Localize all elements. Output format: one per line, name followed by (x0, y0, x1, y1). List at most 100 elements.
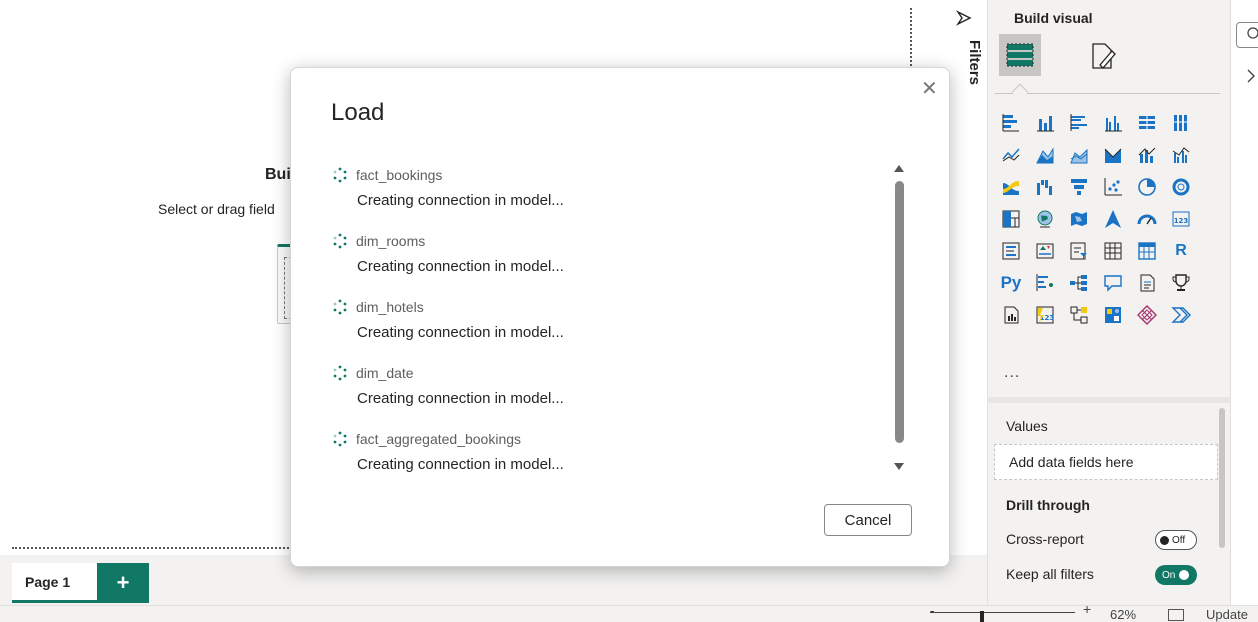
viz-pane-scrollbar[interactable] (1219, 408, 1225, 548)
more-visuals-button[interactable]: ... (1004, 364, 1020, 382)
power-automate-icon[interactable] (1068, 304, 1090, 326)
search-icon[interactable] (1246, 26, 1258, 40)
cross-report-label: Cross-report (1006, 531, 1084, 547)
zoom-out-button[interactable]: - (930, 603, 934, 618)
slicer-icon[interactable] (1068, 240, 1090, 262)
multi-row-card-icon[interactable] (1000, 240, 1022, 262)
table-name: fact_bookings (356, 167, 443, 183)
keep-all-filters-label: Keep all filters (1006, 566, 1094, 582)
close-icon[interactable]: ✕ (921, 76, 938, 101)
line-stacked-column-icon[interactable] (1136, 144, 1158, 166)
load-status: Creating connection in model... (357, 390, 564, 407)
loading-spinner-icon (331, 166, 349, 184)
load-status: Creating connection in model... (357, 324, 564, 341)
100-stacked-bar-chart-icon[interactable] (1136, 112, 1158, 134)
scroll-down-arrow-icon[interactable] (894, 463, 904, 470)
stacked-area-chart-icon[interactable] (1068, 144, 1090, 166)
drill-through-title: Drill through (1006, 497, 1090, 513)
power-automate-chevron-icon[interactable] (1170, 304, 1192, 326)
add-page-button[interactable]: + (97, 563, 149, 603)
pie-chart-icon[interactable] (1136, 176, 1158, 198)
clustered-bar-chart-icon[interactable] (1068, 112, 1090, 134)
stacked-column-chart-icon[interactable] (1034, 112, 1056, 134)
tab-page-1[interactable]: Page 1 (12, 563, 97, 603)
chevron-right-icon[interactable] (1246, 68, 1256, 84)
goals-trophy-icon[interactable] (1170, 272, 1192, 294)
line-chart-icon[interactable] (1000, 144, 1022, 166)
r-script-visual-icon[interactable]: R (1170, 240, 1192, 262)
paginated-report-icon[interactable] (1000, 304, 1022, 326)
filters-label[interactable]: Filters (966, 40, 983, 85)
loading-spinner-icon (331, 430, 349, 448)
data-pane-collapsed (1230, 0, 1258, 605)
scatter-chart-icon[interactable] (1102, 176, 1124, 198)
decomposition-tree-icon[interactable] (1068, 272, 1090, 294)
loading-spinner-icon (331, 364, 349, 382)
fit-to-page-icon[interactable] (1168, 609, 1184, 621)
table-name: fact_aggregated_bookings (356, 431, 522, 447)
area-chart-icon[interactable] (1034, 144, 1056, 166)
load-item: fact_bookings Creating connection in mod… (331, 165, 871, 209)
power-platform-visual-icon[interactable] (1102, 304, 1124, 326)
cross-report-state: Off (1172, 534, 1186, 546)
load-status: Creating connection in model... (357, 258, 564, 275)
svg-text:123: 123 (1174, 217, 1189, 225)
tab-format-visual[interactable] (1085, 36, 1121, 76)
table-name: dim_hotels (356, 299, 424, 315)
table-icon[interactable] (1102, 240, 1124, 262)
keep-all-filters-toggle[interactable]: On (1155, 565, 1197, 585)
viz-pane-title: Build visual (1014, 10, 1093, 26)
load-item: dim_rooms Creating connection in model..… (331, 231, 871, 275)
table-name: dim_date (356, 365, 414, 381)
donut-chart-icon[interactable] (1170, 176, 1192, 198)
cancel-button[interactable]: Cancel (824, 504, 912, 536)
filter-icon[interactable] (956, 10, 972, 26)
stacked-bar-chart-icon[interactable] (1000, 112, 1022, 134)
clustered-column-chart-icon[interactable] (1102, 112, 1124, 134)
tab-build-visual[interactable] (999, 34, 1041, 76)
format-brush-icon (1092, 43, 1116, 69)
ribbon-chart-icon[interactable] (1000, 176, 1022, 198)
load-status: Creating connection in model... (357, 456, 564, 473)
line-clustered-column-icon[interactable] (1170, 144, 1192, 166)
treemap-icon[interactable] (1000, 208, 1022, 230)
gauge-icon[interactable] (1136, 208, 1158, 230)
cross-report-toggle[interactable]: Off (1155, 530, 1197, 550)
funnel-chart-icon[interactable] (1068, 176, 1090, 198)
scroll-up-arrow-icon[interactable] (894, 165, 904, 172)
waterfall-chart-icon[interactable] (1034, 176, 1056, 198)
load-item: dim_date Creating connection in model... (331, 363, 871, 407)
smart-narrative-icon[interactable] (1136, 272, 1158, 294)
zoom-slider-track[interactable] (930, 612, 1075, 613)
100-stacked-column-chart-icon[interactable] (1170, 112, 1192, 134)
visual-type-grid: 123 R Py 123 (1000, 112, 1220, 336)
canvas-build-subtitle: Select or drag field (158, 201, 275, 217)
card-icon[interactable]: 123 (1170, 208, 1192, 230)
values-label: Values (1006, 418, 1048, 434)
filled-map-icon[interactable] (1068, 208, 1090, 230)
azure-map-icon[interactable] (1102, 208, 1124, 230)
load-dialog: ✕ Load fact_bookings Creating connection… (290, 67, 950, 567)
loading-spinner-icon (331, 232, 349, 250)
update-label[interactable]: Update (1206, 607, 1248, 622)
kpi-icon[interactable] (1034, 240, 1056, 262)
zoom-slider-thumb[interactable] (980, 611, 984, 622)
viz-tab-divider (995, 93, 1220, 94)
loading-spinner-icon (331, 298, 349, 316)
power-apps-diamond-icon[interactable] (1136, 304, 1158, 326)
zoom-level[interactable]: 62% (1110, 607, 1136, 622)
ribbon-area-chart-icon[interactable] (1102, 144, 1124, 166)
matrix-icon[interactable] (1136, 240, 1158, 262)
viz-section-separator (987, 397, 1230, 403)
load-item: dim_hotels Creating connection in model.… (331, 297, 871, 341)
load-item: fact_aggregated_bookings Creating connec… (331, 429, 871, 473)
qa-visual-icon[interactable] (1102, 272, 1124, 294)
power-apps-icon[interactable]: 123 (1034, 304, 1056, 326)
dialog-scrollbar-thumb[interactable] (895, 181, 904, 443)
map-icon[interactable] (1034, 208, 1056, 230)
table-name: dim_rooms (356, 233, 426, 249)
dialog-title: Load (331, 99, 385, 126)
python-visual-icon[interactable]: Py (1000, 272, 1022, 294)
values-field-well[interactable]: Add data fields here (994, 444, 1218, 480)
key-influencers-icon[interactable] (1034, 272, 1056, 294)
